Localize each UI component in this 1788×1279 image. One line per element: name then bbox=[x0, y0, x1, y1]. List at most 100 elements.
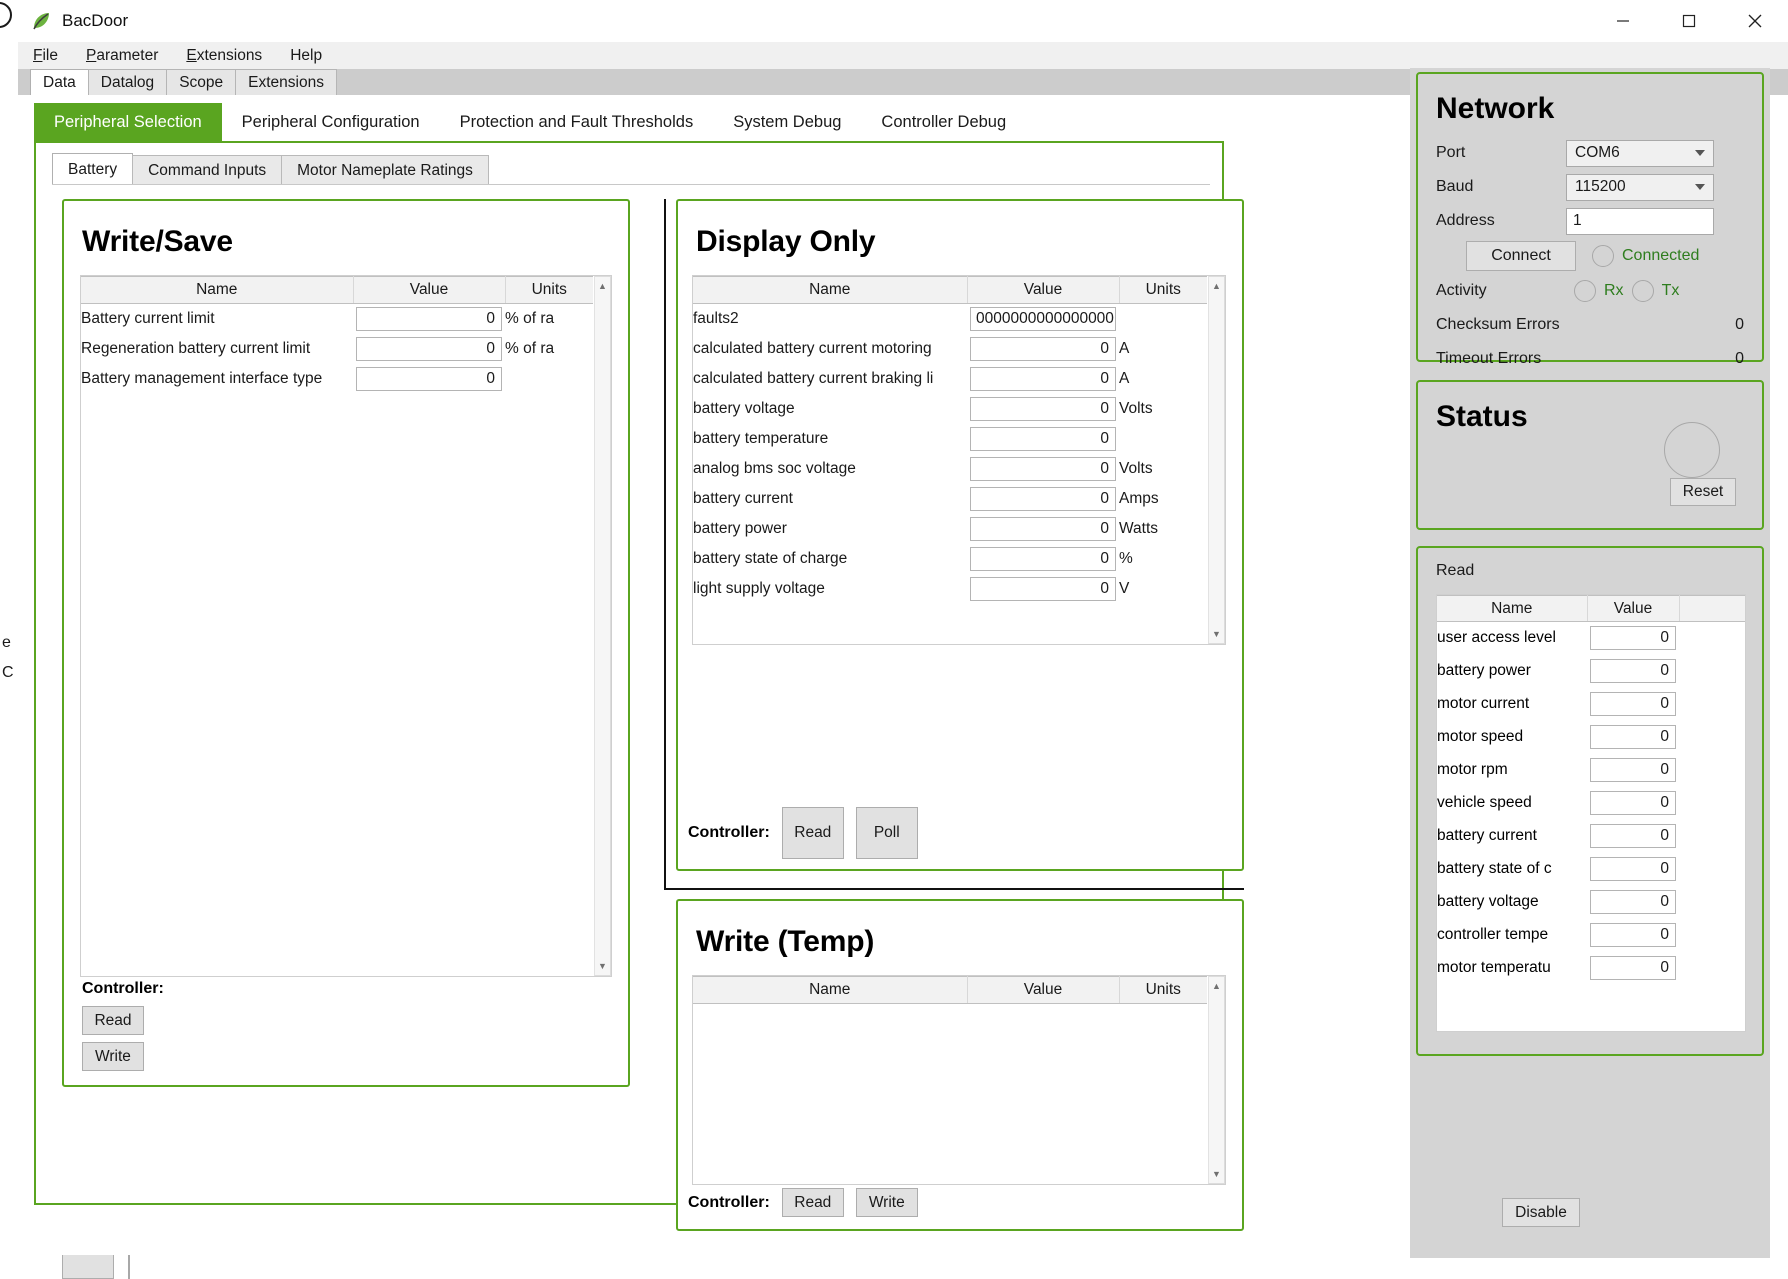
value-input[interactable]: 0000000000000000 bbox=[970, 306, 1116, 331]
write-temp-read-button[interactable]: Read bbox=[781, 1188, 844, 1217]
display-only-read-button[interactable]: Read bbox=[781, 807, 844, 859]
value-input[interactable]: 0 bbox=[1590, 758, 1676, 782]
value-input[interactable]: 0 bbox=[1590, 824, 1676, 848]
row-units: % bbox=[1119, 549, 1133, 567]
tx-led bbox=[1631, 280, 1654, 302]
value-input[interactable]: 0 bbox=[356, 306, 502, 331]
value-input[interactable]: 0 bbox=[970, 576, 1116, 601]
value-input[interactable]: 0 bbox=[1590, 692, 1676, 716]
chevron-down-icon bbox=[1695, 150, 1705, 156]
value-input[interactable]: 0 bbox=[970, 396, 1116, 421]
network-panel: Network Port COM6 Baud 115200 Address 1 bbox=[1416, 72, 1764, 367]
value-input[interactable]: 0 bbox=[1590, 956, 1676, 980]
display-only-panel: Display Only Name Value Units faults2 00… bbox=[676, 199, 1244, 871]
sub-tab-underline bbox=[52, 184, 1210, 185]
scroll-down-icon[interactable]: ▼ bbox=[1209, 1166, 1224, 1182]
value-input[interactable]: 0 bbox=[1590, 923, 1676, 947]
status-title: Status bbox=[1436, 400, 1528, 433]
tab-data[interactable]: Data bbox=[30, 69, 89, 95]
timeout-errors-label: Timeout Errors bbox=[1436, 350, 1542, 367]
menu-parameter[interactable]: Parameter bbox=[83, 45, 161, 67]
checksum-errors-label: Checksum Errors bbox=[1436, 316, 1560, 333]
value-input[interactable]: 0 bbox=[356, 336, 502, 361]
value-input[interactable]: 0 bbox=[1590, 659, 1676, 683]
peripheral-selection-panel: Battery Command Inputs Motor Nameplate R… bbox=[34, 141, 1244, 1231]
row-name: battery state of charge bbox=[693, 549, 848, 567]
value-input[interactable]: 0 bbox=[970, 456, 1116, 481]
menu-file[interactable]: File bbox=[30, 45, 61, 67]
value-input[interactable]: 0 bbox=[1590, 725, 1676, 749]
connect-button[interactable]: Connect bbox=[1466, 241, 1576, 271]
section-tab-controller-debug[interactable]: Controller Debug bbox=[861, 103, 1027, 141]
row-units: Watts bbox=[1119, 519, 1159, 537]
scroll-up-icon[interactable]: ▲ bbox=[1209, 278, 1224, 294]
value-input[interactable]: 0 bbox=[1590, 626, 1676, 651]
title-bar-left: BacDoor bbox=[18, 10, 1590, 32]
column-header-value: Value bbox=[1587, 595, 1680, 622]
menu-bar: File Parameter Extensions Help bbox=[18, 42, 1788, 69]
row-units bbox=[505, 364, 593, 394]
column-header-name: Name bbox=[693, 976, 968, 1004]
table-header-row: Name Value Units bbox=[693, 276, 1207, 304]
section-tab-protection-and-fault-thresholds[interactable]: Protection and Fault Thresholds bbox=[439, 103, 714, 141]
scroll-down-icon[interactable]: ▼ bbox=[1209, 626, 1224, 642]
controller-label: Controller: bbox=[688, 824, 770, 841]
value-input[interactable]: 0 bbox=[356, 366, 502, 391]
disable-button[interactable]: Disable bbox=[1502, 1198, 1580, 1227]
sub-tab-command-inputs[interactable]: Command Inputs bbox=[132, 155, 283, 185]
row-name: Battery current limit bbox=[81, 309, 215, 327]
tab-datalog[interactable]: Datalog bbox=[87, 69, 168, 95]
write-save-write-button[interactable]: Write bbox=[82, 1042, 144, 1071]
scroll-down-icon[interactable]: ▼ bbox=[595, 958, 610, 974]
value-input[interactable]: 0 bbox=[970, 546, 1116, 571]
leaf-icon bbox=[30, 10, 52, 32]
minimize-icon[interactable] bbox=[1590, 0, 1656, 42]
row-name: calculated battery current motoring bbox=[693, 339, 932, 357]
row-name: battery voltage bbox=[693, 399, 795, 417]
value-input[interactable]: 0 bbox=[970, 336, 1116, 361]
write-save-read-button[interactable]: Read bbox=[82, 1006, 144, 1035]
value-input[interactable]: 0 bbox=[970, 516, 1116, 541]
table-row: battery power 0 Watts bbox=[693, 514, 1207, 544]
row-spacer bbox=[1679, 919, 1745, 952]
menu-extensions[interactable]: Extensions bbox=[183, 45, 265, 67]
row-units: V bbox=[1119, 579, 1130, 597]
sub-tab-battery[interactable]: Battery bbox=[52, 153, 134, 185]
row-units: % of ra bbox=[505, 339, 555, 357]
title-bar: BacDoor bbox=[18, 0, 1788, 42]
display-only-poll-button[interactable]: Poll bbox=[855, 807, 918, 859]
table-row: user access level 0 bbox=[1437, 622, 1745, 655]
network-baud-row: Baud 115200 bbox=[1418, 170, 1762, 204]
maximize-icon[interactable] bbox=[1656, 0, 1722, 42]
value-input[interactable]: 0 bbox=[970, 366, 1116, 391]
section-tab-peripheral-configuration[interactable]: Peripheral Configuration bbox=[221, 103, 440, 141]
value-input[interactable]: 0 bbox=[970, 486, 1116, 511]
row-units: % of ra bbox=[505, 309, 555, 327]
display-only-scrollbar[interactable]: ▲ ▼ bbox=[1208, 276, 1225, 644]
row-name: motor speed bbox=[1437, 728, 1524, 745]
sub-tab-motor-nameplate-ratings[interactable]: Motor Nameplate Ratings bbox=[281, 155, 489, 185]
value-input[interactable]: 0 bbox=[970, 426, 1116, 451]
scroll-up-icon[interactable]: ▲ bbox=[1209, 978, 1224, 994]
value-input[interactable]: 0 bbox=[1590, 857, 1676, 881]
table-row: vehicle speed 0 bbox=[1437, 787, 1745, 820]
write-temp-scrollbar[interactable]: ▲ ▼ bbox=[1208, 976, 1225, 1184]
port-select[interactable]: COM6 bbox=[1566, 139, 1714, 167]
close-icon[interactable] bbox=[1722, 0, 1788, 42]
section-tab-system-debug[interactable]: System Debug bbox=[713, 103, 862, 141]
table-row: battery state of charge 0% bbox=[693, 544, 1207, 574]
network-connect-row: Connect Connected bbox=[1418, 238, 1762, 274]
address-input[interactable]: 1 bbox=[1566, 207, 1714, 235]
section-tab-peripheral-selection[interactable]: Peripheral Selection bbox=[34, 103, 222, 141]
baud-select[interactable]: 115200 bbox=[1566, 173, 1714, 201]
write-save-scrollbar[interactable]: ▲ ▼ bbox=[594, 276, 611, 976]
value-input[interactable]: 0 bbox=[1590, 791, 1676, 815]
table-row: battery voltage 0 bbox=[1437, 886, 1745, 919]
menu-help[interactable]: Help bbox=[287, 45, 325, 67]
value-input[interactable]: 0 bbox=[1590, 890, 1676, 914]
tab-extensions[interactable]: Extensions bbox=[235, 69, 337, 95]
reset-button[interactable]: Reset bbox=[1670, 478, 1736, 506]
tab-scope[interactable]: Scope bbox=[166, 69, 237, 95]
write-temp-write-button[interactable]: Write bbox=[855, 1188, 918, 1217]
scroll-up-icon[interactable]: ▲ bbox=[595, 278, 610, 294]
